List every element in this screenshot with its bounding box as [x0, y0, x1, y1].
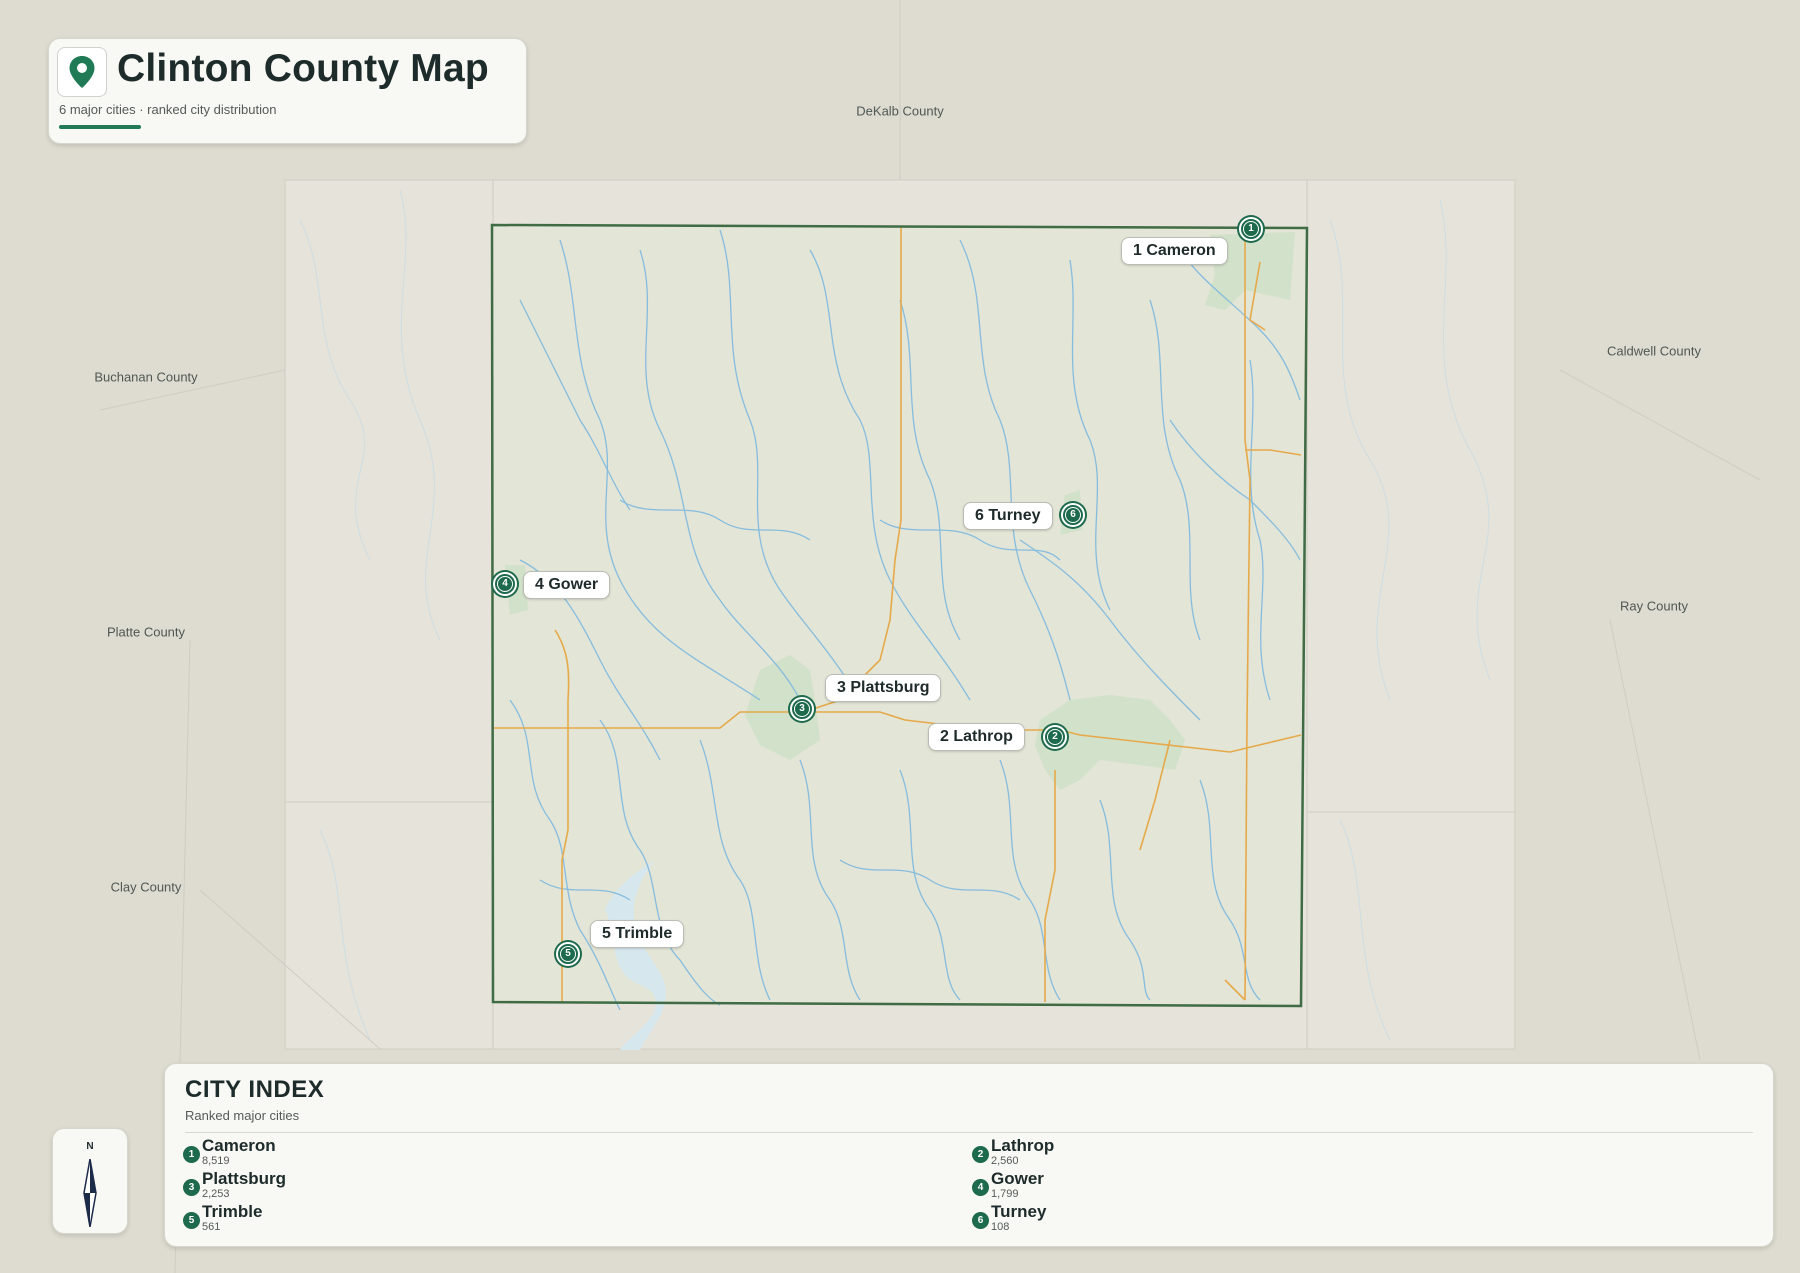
north-arrow-icon [83, 1159, 97, 1227]
compass-north-label: N [86, 1141, 94, 1152]
title-card: Clinton County Map 6 major cities · rank… [48, 38, 527, 144]
city-marker-gower[interactable]: 4 [493, 572, 517, 596]
map-pin-icon [69, 56, 95, 88]
marker-number: 2 [1047, 729, 1063, 745]
index-rank-badge: 1 [183, 1146, 200, 1163]
marker-number: 5 [560, 946, 576, 962]
county-label-caldwell: Caldwell County [1607, 343, 1701, 359]
city-label-lathrop[interactable]: 2 Lathrop [928, 723, 1025, 751]
index-city-population: 2,560 [991, 1155, 1019, 1167]
index-city-name: Plattsburg [202, 1169, 287, 1188]
index-city-population: 8,519 [202, 1155, 230, 1167]
city-marker-lathrop[interactable]: 2 [1043, 725, 1067, 749]
clinton-county-area [492, 225, 1307, 1006]
city-marker-plattsburg[interactable]: 3 [790, 697, 814, 721]
title-accent-bar [59, 125, 141, 129]
index-rank-badge: 4 [972, 1179, 989, 1196]
index-city-population: 561 [202, 1221, 221, 1233]
county-label-clay: Clay County [110, 879, 182, 895]
city-label-gower[interactable]: 4 Gower [523, 571, 611, 599]
index-rank-badge: 3 [183, 1179, 200, 1196]
index-city-name: Trimble [202, 1202, 263, 1221]
city-label-cameron[interactable]: 1 Cameron [1121, 237, 1228, 265]
county-label-platte: Platte County [106, 624, 186, 640]
index-rank-badge: 2 [972, 1146, 989, 1163]
city-label-turney[interactable]: 6 Turney [963, 502, 1053, 530]
index-rank-badge: 6 [972, 1212, 989, 1229]
index-city-population: 2,253 [202, 1188, 230, 1200]
county-label-ray: Ray County [1620, 598, 1688, 614]
city-index-title: CITY INDEX [185, 1076, 325, 1103]
city-marker-turney[interactable]: 6 [1061, 503, 1085, 527]
index-rank-badge: 5 [183, 1212, 200, 1229]
index-city-population: 108 [991, 1221, 1010, 1233]
divider [185, 1132, 1753, 1133]
county-label-buchanan: Buchanan County [94, 369, 198, 385]
compass: N [52, 1128, 128, 1234]
city-index-subtitle: Ranked major cities [185, 1108, 300, 1123]
city-marker-trimble[interactable]: 5 [556, 942, 580, 966]
marker-number: 6 [1065, 507, 1081, 523]
city-index-panel: CITY INDEX Ranked major cities 1 Cameron… [164, 1063, 1774, 1247]
city-marker-cameron[interactable]: 1 [1239, 217, 1263, 241]
city-label-plattsburg[interactable]: 3 Plattsburg [825, 674, 942, 702]
index-city-name: Cameron [202, 1136, 276, 1155]
page-subtitle: 6 major cities · ranked city distributio… [59, 102, 277, 117]
marker-number: 3 [794, 701, 810, 717]
marker-number: 1 [1243, 221, 1259, 237]
index-city-population: 1,799 [991, 1188, 1019, 1200]
page-title: Clinton County Map [117, 47, 489, 90]
title-icon-box [57, 47, 107, 97]
city-label-trimble[interactable]: 5 Trimble [590, 920, 685, 948]
index-city-name: Lathrop [991, 1136, 1055, 1155]
marker-number: 4 [497, 576, 513, 592]
index-city-name: Gower [991, 1169, 1044, 1188]
index-city-name: Turney [991, 1202, 1047, 1221]
county-label-dekalb: DeKalb County [856, 103, 944, 119]
